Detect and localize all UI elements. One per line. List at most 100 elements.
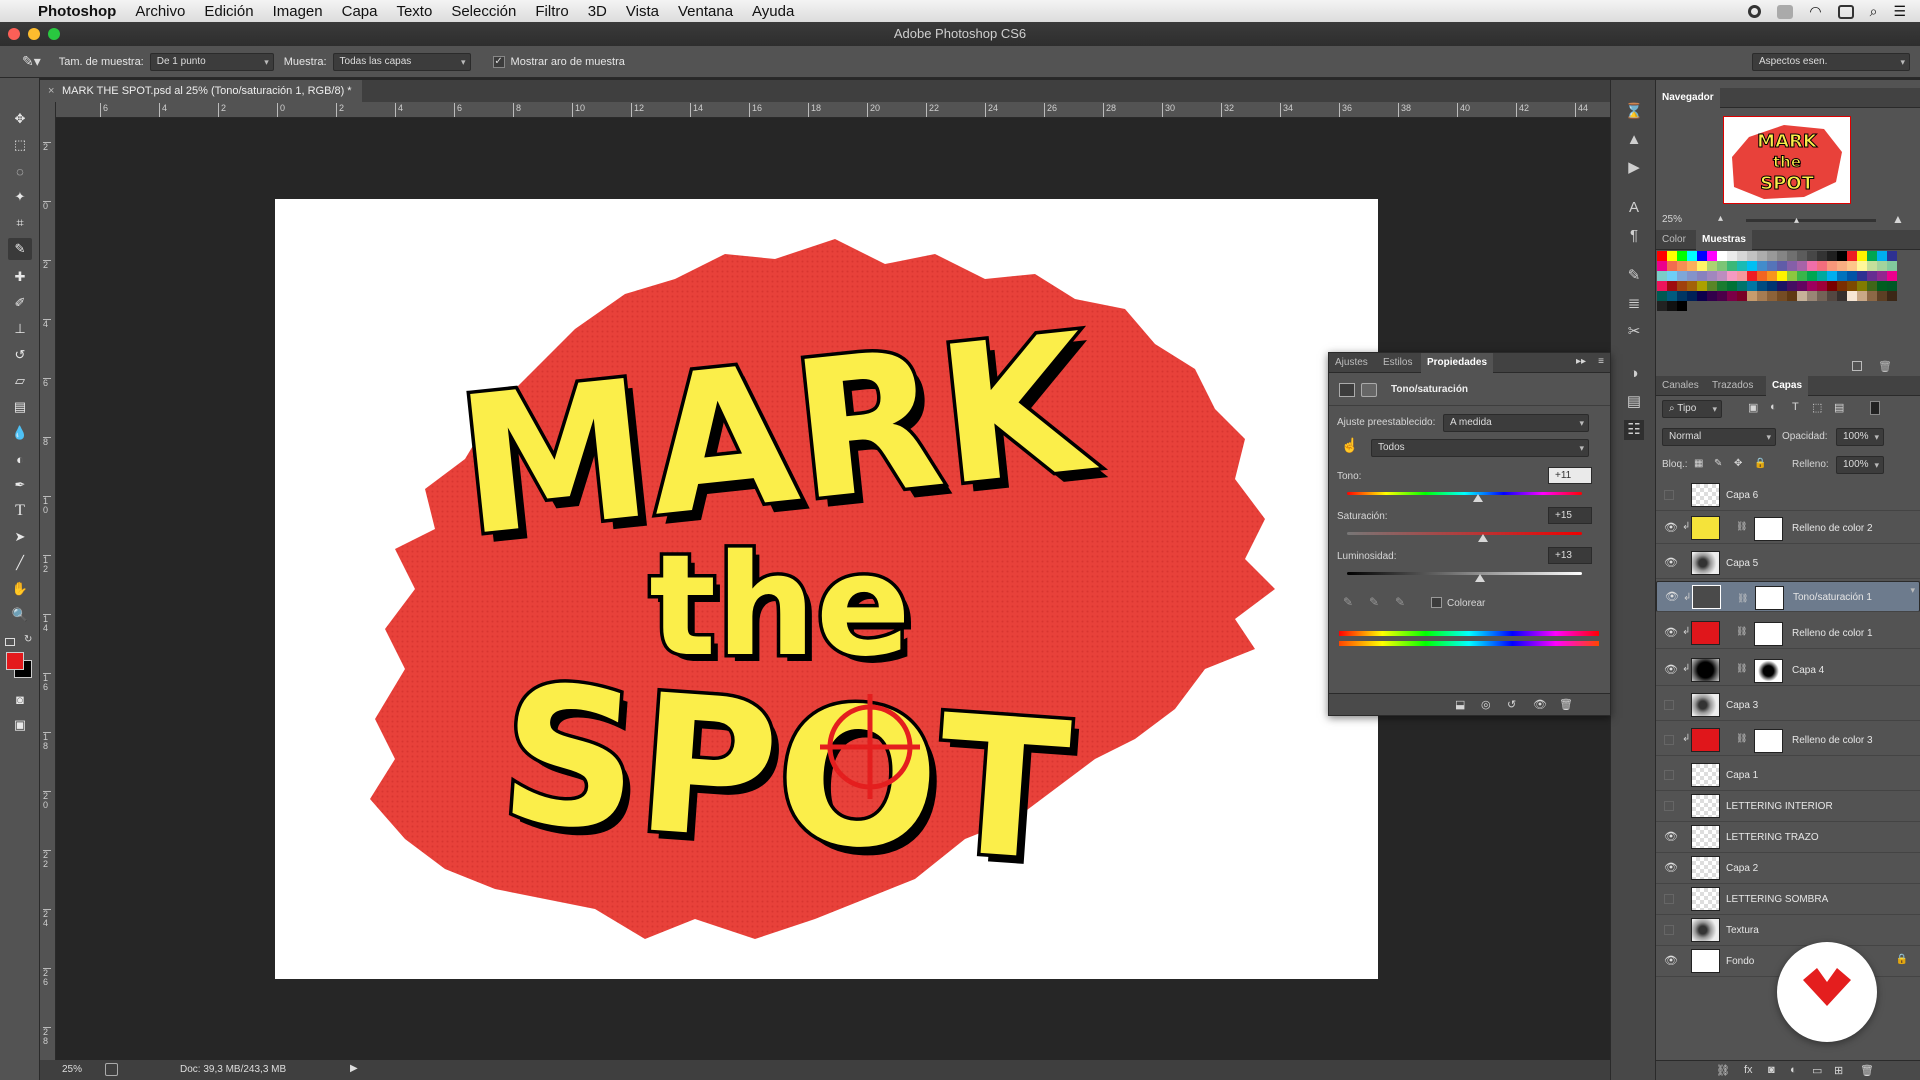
link-layers-icon[interactable]: ⛓ xyxy=(1716,1064,1730,1077)
lightness-input[interactable]: +13 xyxy=(1548,547,1592,564)
filter-pixel-icon[interactable]: ▣ xyxy=(1748,401,1758,414)
color-swatch[interactable] xyxy=(1767,261,1777,271)
character-icon[interactable]: A xyxy=(1624,198,1644,218)
layer-name[interactable]: Capa 6 xyxy=(1726,480,1758,511)
color-swatch[interactable] xyxy=(1887,251,1897,261)
layer-thumbnail[interactable] xyxy=(1691,856,1720,880)
color-swatch[interactable] xyxy=(1687,291,1697,301)
color-swatch[interactable] xyxy=(1817,291,1827,301)
layer-name[interactable]: Relleno de color 2 xyxy=(1792,513,1873,544)
list-icon[interactable]: ☰ xyxy=(1893,3,1906,20)
layer-name[interactable]: Relleno de color 3 xyxy=(1792,725,1873,756)
view-previous-icon[interactable]: ◎ xyxy=(1481,698,1491,711)
color-swatch[interactable] xyxy=(1757,261,1767,271)
color-swatch[interactable] xyxy=(1657,261,1667,271)
layer-thumbnail[interactable] xyxy=(1691,728,1720,752)
record-icon[interactable] xyxy=(1748,5,1762,18)
color-swatch[interactable] xyxy=(1717,291,1727,301)
menu-texto[interactable]: Texto xyxy=(396,3,432,20)
color-swatch[interactable] xyxy=(1807,261,1817,271)
eye-visible-icon[interactable]: 👁 xyxy=(1664,665,1678,676)
color-swatch[interactable] xyxy=(1667,291,1677,301)
color-swatch[interactable] xyxy=(1777,261,1787,271)
mask-link-icon[interactable]: ⛓ xyxy=(1737,590,1748,606)
color-swatch[interactable] xyxy=(1677,291,1687,301)
hand-tool-icon[interactable]: ✋ xyxy=(8,578,32,600)
color-swatch[interactable] xyxy=(1757,271,1767,281)
color-swatch[interactable] xyxy=(1797,291,1807,301)
quick-select-tool-icon[interactable]: ✦ xyxy=(8,186,32,208)
layer-thumbnail[interactable] xyxy=(1691,621,1720,645)
color-swatch[interactable] xyxy=(1847,281,1857,291)
layer-thumbnail[interactable] xyxy=(1691,483,1720,507)
color-swatch[interactable] xyxy=(1707,291,1717,301)
display-icon[interactable] xyxy=(1777,4,1794,19)
color-swatch[interactable] xyxy=(1807,271,1817,281)
color-swatch[interactable] xyxy=(1667,251,1677,261)
search-icon[interactable]: ⌕ xyxy=(1870,3,1878,20)
dodge-tool-icon[interactable]: ◐ xyxy=(8,448,32,470)
layer-mask-thumbnail[interactable] xyxy=(1754,622,1783,646)
sample-size-select[interactable]: De 1 punto xyxy=(149,52,274,71)
layer-mask-thumbnail[interactable] xyxy=(1754,729,1783,753)
layer-thumbnail[interactable] xyxy=(1691,516,1720,540)
color-swatch[interactable] xyxy=(1847,291,1857,301)
saturation-input[interactable]: +15 xyxy=(1548,507,1592,524)
gradient-tool-icon[interactable]: ▤ xyxy=(8,396,32,418)
color-swatch[interactable] xyxy=(1717,261,1727,271)
color-swatch[interactable] xyxy=(1737,261,1747,271)
color-swatch[interactable] xyxy=(1797,271,1807,281)
color-swatch[interactable] xyxy=(1797,251,1807,261)
color-swatch[interactable] xyxy=(1737,251,1747,261)
layer-row[interactable]: 👁 ↲ ⛓ Tono/saturación 1 xyxy=(1656,581,1920,612)
zoom-in-icon[interactable]: ▲ xyxy=(1892,212,1904,226)
color-swatch[interactable] xyxy=(1817,251,1827,261)
color-swatch[interactable] xyxy=(1737,281,1747,291)
crop-tool-icon[interactable]: ⌗ xyxy=(8,212,32,234)
new-adjustment-icon[interactable]: ◐ xyxy=(1790,1064,1797,1076)
filter-type-icon[interactable]: T xyxy=(1792,401,1799,413)
healing-brush-tool-icon[interactable]: ✚ xyxy=(8,266,32,288)
color-swatch[interactable] xyxy=(1887,291,1897,301)
menu-3d[interactable]: 3D xyxy=(588,3,607,20)
keyboard-icon[interactable] xyxy=(1837,4,1854,19)
color-swatch[interactable] xyxy=(1857,291,1867,301)
eye-visible-icon[interactable]: 👁 xyxy=(1664,558,1678,569)
screen-mode-icon[interactable]: ▣ xyxy=(8,714,32,736)
close-tab-icon[interactable]: × xyxy=(48,80,54,102)
color-swatch[interactable] xyxy=(1827,271,1837,281)
layer-thumbnail[interactable] xyxy=(1691,693,1720,717)
channel-select[interactable]: Todos xyxy=(1371,439,1589,457)
menu-seleccion[interactable]: Selección xyxy=(451,3,516,20)
color-swatch[interactable] xyxy=(1657,271,1667,281)
menu-ayuda[interactable]: Ayuda xyxy=(752,3,794,20)
delete-adjustment-icon[interactable]: 🗑 xyxy=(1559,698,1573,711)
layer-row[interactable]: LETTERING SOMBRA xyxy=(1656,884,1920,915)
zoom-tool-icon[interactable]: 🔍 xyxy=(8,604,32,626)
styles-icon[interactable]: ▤ xyxy=(1624,392,1644,412)
color-swatch[interactable] xyxy=(1777,291,1787,301)
tab-muestras[interactable]: Muestras xyxy=(1696,230,1752,250)
layer-thumbnail[interactable] xyxy=(1691,825,1720,849)
layer-row[interactable]: 👁 ↲ ⛓ Capa 4 xyxy=(1656,655,1920,686)
color-swatch[interactable] xyxy=(1667,271,1677,281)
new-layer-icon[interactable]: ⊞ xyxy=(1834,1064,1843,1077)
eyedropper-sample-icon[interactable]: ✎ xyxy=(1343,595,1353,609)
color-swatch[interactable] xyxy=(1887,281,1897,291)
color-swatch[interactable] xyxy=(1777,281,1787,291)
zoom-out-icon[interactable]: ▴ xyxy=(1718,213,1723,224)
eye-hidden-icon[interactable] xyxy=(1664,735,1674,745)
layer-name[interactable]: Capa 1 xyxy=(1726,760,1758,791)
eye-hidden-icon[interactable] xyxy=(1664,490,1674,500)
color-swatch[interactable] xyxy=(1767,291,1777,301)
path-select-tool-icon[interactable]: ➤ xyxy=(8,526,32,548)
layer-row[interactable]: 👁 Capa 5 xyxy=(1656,548,1920,579)
collapse-panel-icon[interactable]: ▸▸ xyxy=(1576,356,1586,367)
tab-capas[interactable]: Capas xyxy=(1766,376,1809,396)
lasso-tool-icon[interactable]: ◌ xyxy=(8,160,32,182)
color-swatch[interactable] xyxy=(1707,261,1717,271)
color-swatch[interactable] xyxy=(1877,251,1887,261)
color-swatch[interactable] xyxy=(1857,271,1867,281)
new-swatch-icon[interactable] xyxy=(1852,361,1862,371)
mask-layer-icon[interactable] xyxy=(1361,383,1377,397)
